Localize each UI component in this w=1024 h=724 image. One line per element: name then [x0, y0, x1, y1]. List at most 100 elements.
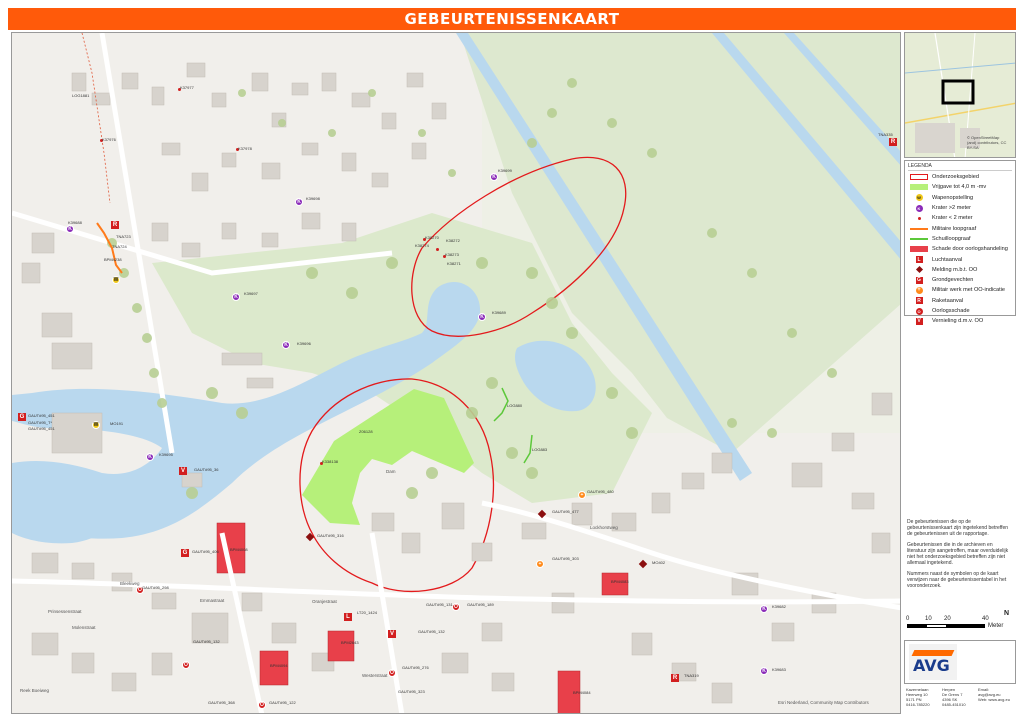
crater-marker[interactable]: K [760, 667, 768, 675]
map-feature-label: GAUT#95_131 [426, 602, 453, 607]
legend-item: Onderzoeksgebied [908, 172, 1012, 182]
map-feature-label: GAUT#95_36 [194, 467, 219, 472]
west-water [12, 476, 116, 544]
note-paragraph: De gebeurtenissen die op de gebeurteniss… [907, 519, 1009, 537]
war-damage-marker[interactable]: O [182, 661, 190, 669]
crater-marker[interactable]: K [478, 313, 486, 321]
map-feature-label: K39682 [772, 604, 786, 609]
legend-label: Schuilloopgraaf [932, 235, 971, 242]
destruction-marker[interactable]: V [388, 630, 396, 638]
military-work-marker[interactable]: + [536, 560, 544, 568]
crater-marker[interactable]: K [66, 225, 74, 233]
crater-marker[interactable]: K [146, 453, 154, 461]
ground-combat-marker[interactable]: G [18, 413, 26, 421]
war-damage-marker[interactable]: O [452, 603, 460, 611]
legend-item: V Vernieling d.m.v. OO [908, 316, 1012, 326]
map-feature-label: GAUT#95_406 [192, 549, 219, 554]
map-feature-label: K37978 [238, 146, 252, 151]
map-feature-label: K38272 [446, 238, 460, 243]
red-dot-icon [908, 214, 930, 222]
map-feature-label: GAUT#95_T* [28, 420, 53, 425]
map-feature-label: TNA335 [878, 132, 893, 137]
weapon-position-marker[interactable]: W [112, 276, 120, 284]
crater-marker[interactable]: K [232, 293, 240, 301]
military-work-marker[interactable]: + [578, 491, 586, 499]
destruction-marker[interactable]: V [179, 467, 187, 475]
rocket-attack-marker[interactable]: R [671, 674, 679, 682]
legend-item: Schade door oorlogshandeling [908, 244, 1012, 254]
map-feature-label: GAUT#95_303 [552, 556, 579, 561]
overview-map[interactable]: © OpenStreetMap (and) contributors, CC B… [904, 32, 1016, 158]
legend-item: Vrijgave tot 4,0 m -mv [908, 182, 1012, 192]
map-feature-label: K338138 [322, 459, 339, 464]
red-square-g-icon: G [915, 276, 923, 284]
rocket-attack-marker[interactable]: R [889, 138, 897, 146]
map-feature-label: K37977 [180, 85, 194, 90]
map-feature-label: K39689 [492, 310, 506, 315]
street-name-label: Dam [386, 469, 396, 474]
orange-cross-icon: + [915, 286, 923, 294]
orange-line-icon [908, 225, 930, 233]
legend-item: Krater < 2 meter [908, 213, 1012, 223]
map-feature-label: GAUT#95_323 [398, 689, 425, 694]
logo-box: AVG [909, 644, 957, 680]
scale-graphic [907, 624, 985, 628]
red-square-v-icon: V [915, 317, 923, 325]
map-feature-label: GAUT#95_368 [208, 700, 235, 705]
company-logo-panel: AVG [904, 640, 1016, 684]
map-feature-label: K39699 [498, 168, 512, 173]
green-line-icon [908, 235, 930, 243]
legend-label: Vernieling d.m.v. OO [932, 318, 984, 325]
legend-label: Onderzoeksgebied [932, 174, 979, 181]
war-damage-marker[interactable]: O [388, 669, 396, 677]
legend-items: Onderzoeksgebied Vrijgave tot 4,0 m -mv W W… [908, 172, 1012, 326]
legend-item: + Militair werk met OO-indicatie [908, 285, 1012, 295]
legend-title: LEGENDA [908, 163, 1012, 171]
small-crater-marker[interactable] [436, 248, 439, 251]
street-name-label: Westerstraat [362, 673, 388, 678]
map-feature-label: GAUT#95_189 [467, 602, 494, 607]
map-feature-label: K37976 [102, 137, 116, 142]
legend-label: Militair werk met OO-indicatie [932, 287, 1006, 294]
crater-marker[interactable]: K [295, 198, 303, 206]
fill-red-icon [908, 245, 930, 253]
street-name-label: Reek Boeiweg [20, 688, 50, 693]
street-name-label: Oranjestraat [312, 599, 337, 604]
legend-label: Wapenopstelling [932, 194, 974, 201]
red-diamond-icon [908, 266, 930, 274]
street-name-label: Molenstraat [72, 625, 96, 630]
map-feature-label: K38270 [425, 235, 439, 240]
war-damage-marker[interactable]: O [258, 701, 266, 709]
street-name-label: Prinsessenstraat [48, 609, 82, 614]
legend-item: Schuilloopgraaf [908, 234, 1012, 244]
map-feature-label: GAUT#95_451 [28, 413, 55, 418]
legend-item: Militaire loopgraaf [908, 223, 1012, 233]
crater-marker[interactable]: K [490, 173, 498, 181]
legend-item: K Krater >2 meter [908, 203, 1012, 213]
crater-marker[interactable]: K [282, 341, 290, 349]
map-feature-label: GAUT#95_298 [142, 585, 169, 590]
weapon-position-marker[interactable]: W [92, 421, 100, 429]
street-name-label: Lockhorstweg [590, 525, 618, 530]
map-feature-label: BPM4094 [270, 663, 288, 668]
main-map[interactable]: R K K K K K K K K K G V G L V R R O O O … [11, 32, 901, 714]
legend-item: O Oorlogsschade [908, 306, 1012, 316]
map-feature-label: K39696 [297, 341, 311, 346]
map-feature-label: Z06128 [359, 429, 373, 434]
legend-label: Krater < 2 meter [932, 215, 973, 222]
map-feature-label: MO402 [652, 560, 666, 565]
crater-marker[interactable]: K [760, 605, 768, 613]
map-feature-label: BPM2643 [341, 640, 359, 645]
scale-bar: N 0 10 20 40 Meter [906, 610, 1010, 629]
red-circle-o-icon: O [915, 307, 923, 315]
map-feature-label: K38273 [445, 252, 459, 257]
company-logo: AVG [913, 656, 950, 675]
rocket-attack-marker[interactable]: R [111, 221, 119, 229]
fill-green-icon [908, 183, 930, 191]
legend-label: Oorlogsschade [932, 308, 970, 314]
map-feature-label: LOG1881 [72, 93, 90, 98]
map-feature-label: BPM4238 [104, 257, 122, 262]
ground-combat-marker[interactable]: G [181, 549, 189, 557]
air-attack-marker[interactable]: L [344, 613, 352, 621]
map-feature-label: K39697 [244, 291, 258, 296]
